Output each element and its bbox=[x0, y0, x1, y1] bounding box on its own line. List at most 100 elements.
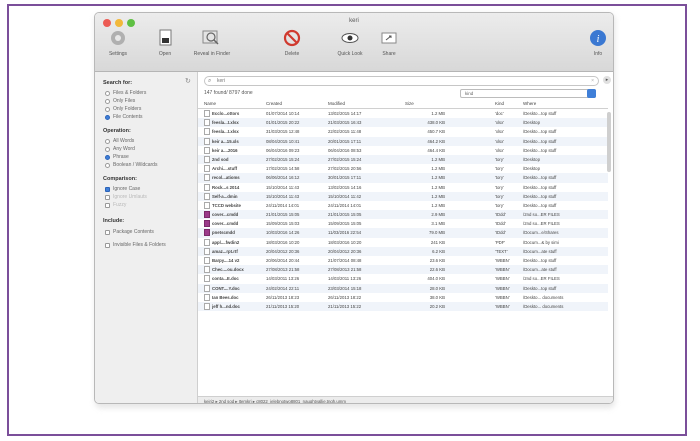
settings-button[interactable]: Settings bbox=[101, 27, 135, 57]
share-button[interactable]: Share bbox=[377, 27, 401, 57]
table-row[interactable]: keir a...15.xls 08/04/2015 10:41 20/01/201… bbox=[198, 136, 608, 146]
quicklook-button[interactable]: Quick Look bbox=[335, 27, 365, 57]
gear-icon bbox=[107, 27, 129, 49]
cell-where: /Deskto...top stuff bbox=[523, 175, 557, 181]
cell-modified: 27/08/2013 21:58 bbox=[328, 267, 362, 273]
checkbox-checked-icon bbox=[105, 186, 110, 192]
table-row[interactable]: feesla...t.xlsx 01/01/2015 20:22 21/03/201… bbox=[198, 118, 608, 128]
table-row[interactable]: appl....fwdin2 18/03/2016 10:20 18/03/2016… bbox=[198, 238, 608, 247]
table-row[interactable]: feesla...t.xlsx 31/03/2015 12:48 22/02/201… bbox=[198, 127, 608, 136]
cell-where: /Desktop bbox=[523, 166, 540, 172]
document-icon bbox=[204, 146, 210, 154]
opt-all-words[interactable]: All Words bbox=[105, 138, 134, 144]
col-modified[interactable]: Modified bbox=[328, 101, 345, 106]
cell-where: /2nd so...ER FILES bbox=[523, 276, 560, 282]
table-row[interactable]: conta...E.doc 14/03/2011 13:26 14/03/2011 … bbox=[198, 274, 608, 283]
cell-modified: 15/09/2015 15:05 bbox=[328, 221, 362, 227]
col-where[interactable]: Where bbox=[523, 101, 536, 106]
col-created[interactable]: Created bbox=[266, 101, 282, 106]
cell-where: /Deskto...top stuff bbox=[523, 147, 557, 153]
pdf-file-icon bbox=[204, 229, 210, 237]
table-row[interactable]: CONT....Y.doc 24/02/2014 22:11 23/03/2014 … bbox=[198, 283, 608, 293]
opt-only-folders[interactable]: Only Folders bbox=[105, 106, 141, 112]
table-row[interactable]: Ecclo...ottors 01/07/2014 10:14 13/02/2015… bbox=[198, 109, 608, 118]
refresh-icon[interactable]: ↻ bbox=[185, 77, 191, 85]
table-row[interactable]: keir a....2016 06/04/2016 09:23 06/04/2016… bbox=[198, 146, 608, 155]
kind-select-value: kind bbox=[465, 91, 474, 96]
document-icon bbox=[204, 275, 210, 283]
cell-where: /Deskto... documents bbox=[523, 303, 564, 309]
cell-kind: 'PDF' bbox=[495, 239, 506, 245]
document-icon bbox=[204, 137, 210, 145]
document-icon bbox=[204, 302, 210, 310]
opt-ignore-umlauts[interactable]: Ignore Umlauts bbox=[105, 194, 147, 200]
document-icon bbox=[155, 27, 177, 49]
results-pane: ↻ ⌕ keri × ▸ 147 found/ 8797 done kind N… bbox=[185, 72, 613, 403]
cell-name: feesla...t.xlsx bbox=[212, 120, 239, 126]
settings-label: Settings bbox=[108, 51, 128, 57]
table-row[interactable]: Rock...s 2014 15/10/2014 11:43 13/02/2015 … bbox=[198, 183, 608, 192]
cell-created: 10/03/2016 14:26 bbox=[266, 230, 300, 236]
cell-name: Self-a...dmin bbox=[212, 193, 238, 199]
table-row[interactable]: Barpy....14 v2 20/06/2014 20:44 21/07/2014… bbox=[198, 256, 608, 265]
cell-modified: 30/01/2015 17:11 bbox=[328, 175, 362, 181]
cell-kind: 'xlsx' bbox=[495, 120, 505, 126]
document-icon bbox=[204, 247, 210, 255]
cell-size: 20.2 KB bbox=[429, 303, 445, 309]
opt-boolean[interactable]: Boolean / Wildcards bbox=[105, 162, 157, 168]
opt-file-contents[interactable]: File Contents bbox=[105, 114, 142, 120]
cell-where: /2nd so...ER FILES bbox=[523, 221, 560, 227]
table-row[interactable]: cover...cmdd 15/09/2015 15:03 15/09/2015 1… bbox=[198, 219, 608, 228]
opt-files-folders[interactable]: Files & Folders bbox=[105, 90, 146, 96]
cell-where: /Docum...e/Shares bbox=[523, 230, 559, 236]
opt-only-files[interactable]: Only Files bbox=[105, 98, 135, 104]
cell-name: cover...cmdd bbox=[212, 221, 239, 227]
clear-search-icon[interactable]: × bbox=[591, 77, 594, 85]
scrollbar[interactable] bbox=[607, 112, 611, 172]
kind-select[interactable]: kind bbox=[460, 89, 596, 98]
cell-kind: 'WBBN' bbox=[495, 303, 510, 309]
cell-size: 438.0 KB bbox=[427, 120, 445, 126]
table-row[interactable]: recol...atioms 06/06/2014 16:12 30/01/2015… bbox=[198, 173, 608, 183]
info-button[interactable]: i Info bbox=[587, 27, 609, 57]
opt-invisible-files[interactable]: Invisible Files & Folders bbox=[105, 242, 185, 248]
finder-window: keri Settings Open Reveal in Finder Dele… bbox=[94, 12, 614, 404]
table-row[interactable]: pnetscmdd 10/03/2016 14:26 11/03/2016 22:5… bbox=[198, 228, 608, 238]
table-row[interactable]: Ian Bees.doc 26/11/2013 18:23 26/11/2013 1… bbox=[198, 293, 608, 302]
col-name[interactable]: Name bbox=[204, 101, 216, 106]
table-row[interactable]: TCCD website 24/11/2014 14:01 24/11/2014 1… bbox=[198, 201, 608, 210]
table-row[interactable]: jeff h...nd.doc 21/11/2013 15:20 21/11/201… bbox=[198, 301, 608, 312]
reveal-in-finder-button[interactable]: Reveal in Finder bbox=[187, 27, 237, 57]
opt-label: Only Folders bbox=[113, 106, 142, 112]
col-size[interactable]: Size bbox=[405, 101, 414, 106]
search-go-icon[interactable]: ▸ bbox=[603, 76, 611, 84]
cell-kind: 'TEXT' bbox=[495, 248, 508, 254]
document-icon bbox=[204, 192, 210, 200]
cell-created: 27/02/2015 15:24 bbox=[266, 156, 300, 162]
table-row[interactable]: cover...cmdd 21/01/2015 15:05 21/01/2015 1… bbox=[198, 210, 608, 220]
table-row[interactable]: 2nd sod 27/02/2015 15:24 27/02/2015 15:24 1… bbox=[198, 154, 608, 165]
cell-kind: 'doc' bbox=[495, 111, 504, 116]
cell-name: cover...cmdd bbox=[212, 212, 239, 218]
opt-package-contents[interactable]: Package Contents bbox=[105, 229, 154, 235]
cell-created: 06/06/2014 16:12 bbox=[266, 175, 300, 181]
cell-modified: 15/10/2014 11:42 bbox=[328, 193, 362, 199]
search-input[interactable]: ⌕ keri × bbox=[204, 76, 599, 86]
table-row[interactable]: amaz...rpt.rtf 20/04/2012 20:36 20/04/2012… bbox=[198, 246, 608, 256]
table-row[interactable]: Archi....stuff 17/02/2015 14:58 27/02/2015… bbox=[198, 164, 608, 173]
opt-any-word[interactable]: Any Word bbox=[105, 146, 135, 152]
open-button[interactable]: Open bbox=[155, 27, 175, 57]
opt-ignore-case[interactable]: Ignore Case bbox=[105, 186, 140, 192]
table-row[interactable]: Chec....ou.docx 27/08/2013 21:58 27/08/201… bbox=[198, 265, 608, 275]
cell-modified: 11/03/2016 22:54 bbox=[328, 230, 362, 236]
cell-kind: 'WBBN' bbox=[495, 267, 510, 273]
cell-where: /Docum...ate stuff bbox=[523, 267, 557, 273]
opt-label: Only Files bbox=[113, 98, 136, 104]
delete-button[interactable]: Delete bbox=[277, 27, 307, 57]
opt-fuzzy[interactable]: Fuzzy bbox=[105, 202, 126, 208]
search-for-heading: Search for: bbox=[103, 80, 133, 86]
table-row[interactable]: Self-a...dmin 15/10/2014 11:43 15/10/2014 … bbox=[198, 191, 608, 201]
col-kind[interactable]: Kind bbox=[495, 101, 504, 106]
cell-name: recol...atioms bbox=[212, 175, 240, 181]
opt-phrase[interactable]: Phrase bbox=[105, 154, 129, 160]
